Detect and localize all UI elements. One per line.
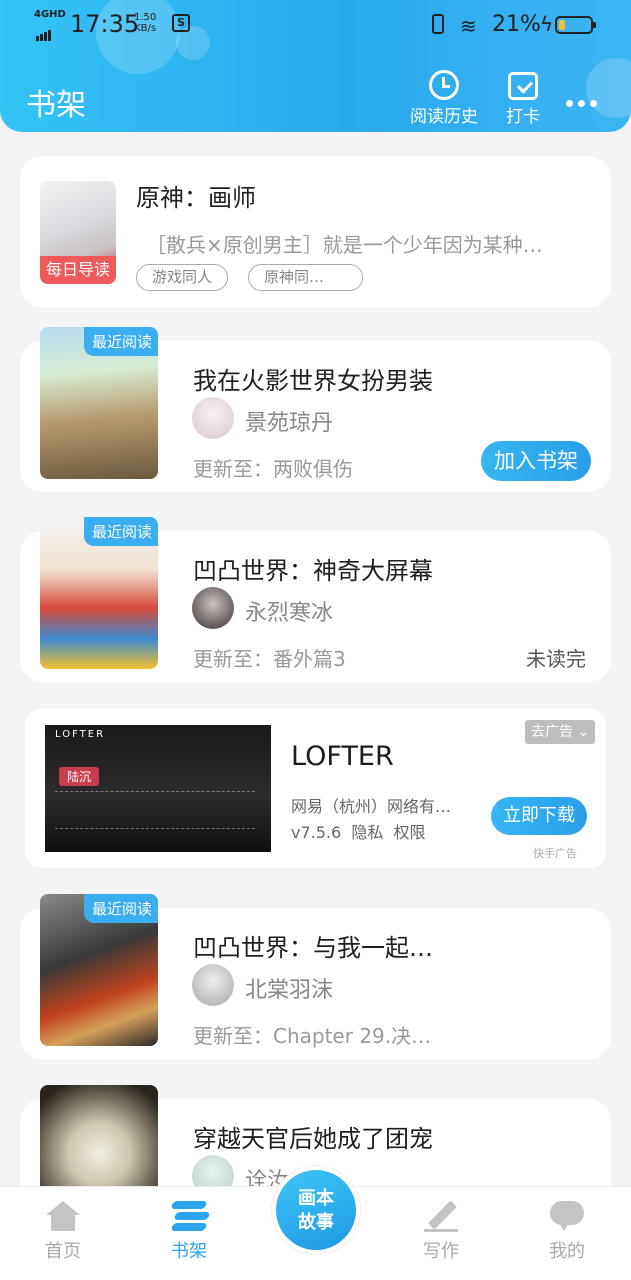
calendar-check-icon [508,72,538,100]
author-name: 北棠羽沫 [245,978,334,1003]
clock-icon [429,70,459,100]
tab-home-label: 首页 [45,1241,81,1262]
genre-tag[interactable]: 游戏同人 [136,264,229,291]
ad-banner-tag: 陆沉 [59,767,100,786]
ad-banner-image: LOFTER 陆沉 [45,725,271,852]
download-button[interactable]: 立即下载 [491,797,587,835]
book-title: 我在火影世界女扮男装 [193,367,433,395]
featured-cover-image: 每日导读 [40,181,116,284]
update-status: 更新至：番外篇3 [193,647,346,671]
featured-description: ［散兵×原创男主］就是一个少年因为某种… [146,233,543,257]
home-icon [46,1201,80,1231]
chat-bubble-icon [550,1201,584,1231]
recent-read-tag: 最近阅读 [83,327,158,356]
daily-guide-badge: 每日导读 [40,256,116,284]
author-name: 永烈寒冰 [245,601,334,626]
app-header: 4GHD 17:35 1.50 KB/s S ≋ 21% ϟ 书架 阅读历史 打… [0,0,631,132]
picture-story-button[interactable]: 画本 故事 [272,1166,360,1254]
book-cover-image: 最近阅读 [40,517,158,669]
author-avatar [192,964,234,1006]
book-title: 凹凸世界：与我一起… [193,934,433,962]
reading-history-button[interactable]: 阅读历史 [404,70,484,127]
tab-bookshelf-label: 书架 [171,1241,207,1262]
wifi-icon: ≋ [460,14,477,38]
checkin-label: 打卡 [506,107,540,127]
update-status: 更新至：两败俱伤 [193,457,353,481]
bookshelf-icon [170,1201,211,1231]
speed-unit: KB/s [134,23,157,34]
unfinished-status: 未读完 [526,647,586,671]
network-speed: 1.50 KB/s [134,12,156,34]
ad-company: 网易（杭州）网络有… [291,797,452,816]
battery-icon [555,16,596,34]
more-options-icon[interactable] [566,92,602,111]
ad-app-meta[interactable]: v7.5.6 隐私 权限 [291,819,426,843]
ad-app-name: LOFTER [291,741,394,772]
center-label-line2: 故事 [298,1212,334,1233]
genre-tag[interactable]: 原神同… [248,264,363,291]
signal-icon [36,22,52,41]
tab-home[interactable]: 首页 [28,1201,98,1263]
tab-write-label: 写作 [423,1241,459,1262]
book-card[interactable]: 最近阅读 凹凸世界：神奇大屏幕 永烈寒冰 更新至：番外篇3 未读完 [20,517,611,682]
book-card[interactable]: 最近阅读 凹凸世界：与我一起… 北棠羽沫 更新至：Chapter 29.决… [20,894,611,1059]
author-avatar [192,587,234,629]
featured-title: 原神：画师 [136,184,256,212]
book-title: 凹凸世界：神奇大屏幕 [193,557,433,585]
update-status: 更新至：Chapter 29.决… [193,1024,432,1048]
speed-value: 1.50 [134,12,157,23]
book-cover-image: 最近阅读 [40,894,158,1046]
featured-book-card[interactable]: 每日导读 原神：画师 ［散兵×原创男主］就是一个少年因为某种… 游戏同人 原神同… [20,156,611,307]
page-title: 书架 [26,88,86,123]
chevron-down-icon: ⌄ [573,724,590,740]
tab-write[interactable]: 写作 [406,1201,476,1263]
battery-percentage: 21% [492,12,541,37]
add-to-shelf-button[interactable]: 加入书架 [481,441,591,481]
ad-banner-text-block [55,791,255,829]
center-label-line1: 画本 [298,1188,334,1209]
author-avatar [192,397,234,439]
clock-time: 17:35 [70,10,140,38]
remove-ad-button[interactable]: 去广告 ⌄ [525,720,596,744]
status-bar: 4GHD 17:35 1.50 KB/s S ≋ 21% ϟ [0,0,631,50]
tab-mine-label: 我的 [549,1241,585,1262]
ad-banner-brand: LOFTER [55,729,106,740]
reading-history-label: 阅读历史 [410,107,478,127]
remove-ad-label: 去广告 [531,724,573,740]
tab-bookshelf[interactable]: 书架 [154,1201,224,1263]
charging-icon: ϟ [540,12,554,36]
recent-read-tag: 最近阅读 [83,894,158,923]
ad-card[interactable]: LOFTER 陆沉 LOFTER 网易（杭州）网络有… v7.5.6 隐私 权限… [25,709,606,868]
book-card[interactable]: 最近阅读 我在火影世界女扮男装 景苑琼丹 更新至：两败俱伤 加入书架 [20,327,611,492]
vibrate-icon [432,14,444,34]
book-cover-image: 最近阅读 [40,327,158,479]
network-type: 4GHD [34,9,66,20]
book-title: 穿越天官后她成了团宠 [193,1125,433,1153]
tab-mine[interactable]: 我的 [532,1201,602,1263]
pen-icon [424,1201,458,1232]
checkin-button[interactable]: 打卡 [483,70,563,127]
recent-read-tag: 最近阅读 [83,517,158,546]
ad-source: 快手广告 [533,847,577,860]
notification-app-icon: S [172,14,190,32]
author-name: 景苑琼丹 [245,411,334,436]
